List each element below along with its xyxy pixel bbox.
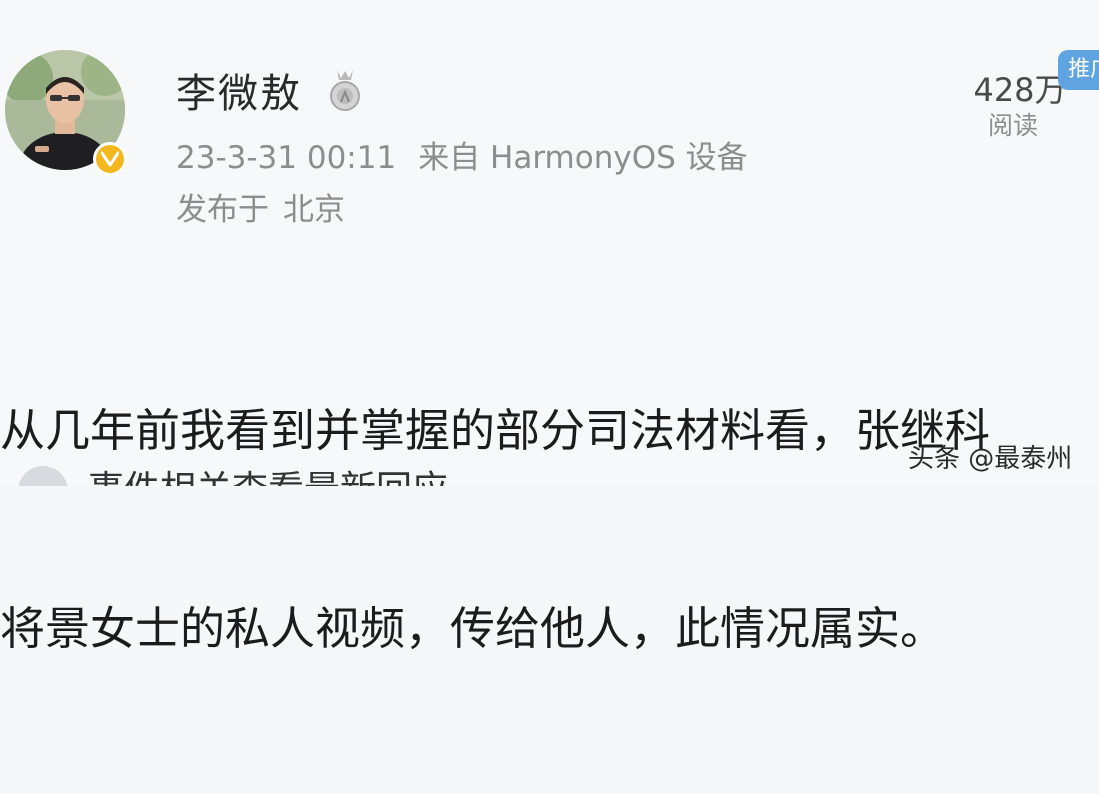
post-date: 23-3-31 00:11 xyxy=(176,140,397,176)
post-meta: 23-3-31 00:11 来自 HarmonyOS 设备 xyxy=(176,136,748,180)
weibo-post-card: 李微敖 23-3-31 00:11 来自 HarmonyOS 设备 发布于 北京 4… xyxy=(0,0,1099,655)
read-label: 阅读 xyxy=(988,111,1039,140)
topic-icon xyxy=(18,466,68,486)
verified-v-badge-icon xyxy=(93,142,127,176)
location-prefix: 发布于 xyxy=(176,192,269,228)
author-avatar[interactable] xyxy=(5,50,131,176)
post-location: 发布于 北京 xyxy=(176,188,345,232)
watermark: 头条 @最泰州 xyxy=(908,444,1073,474)
promo-tag[interactable]: 推广 xyxy=(1058,50,1099,90)
location-value: 北京 xyxy=(283,192,345,228)
post-body-line: 将景女士的私人视频，传给他人，此情况属实。 xyxy=(0,602,946,655)
author-name[interactable]: 李微敖 xyxy=(176,68,302,120)
post-body: 从几年前我看到并掌握的部分司法材料看，张继科 将景女士的私人视频，传给他人，此情… xyxy=(0,266,1099,794)
post-source[interactable]: 来自 HarmonyOS 设备 xyxy=(418,140,747,176)
topic-text[interactable]: 事件相关查看最新回应 xyxy=(88,470,448,487)
medal-badge-icon[interactable] xyxy=(328,68,362,114)
